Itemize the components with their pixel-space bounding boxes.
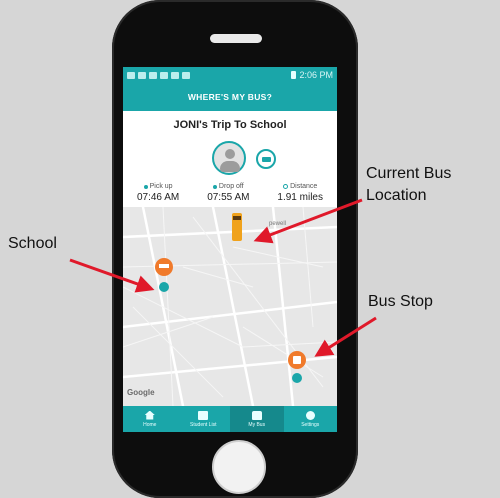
arrow-to-school [69,258,155,293]
annotation-arrows [69,198,377,357]
arrow-to-bus [253,198,363,244]
arrow-to-bus-stop [314,316,377,357]
